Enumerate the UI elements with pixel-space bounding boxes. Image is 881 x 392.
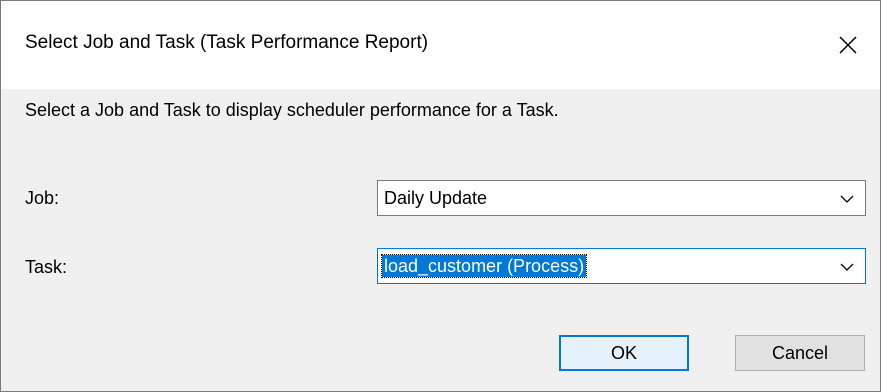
dialog-description: Select a Job and Task to display schedul… — [25, 100, 559, 120]
ok-button[interactable]: OK — [559, 335, 689, 371]
task-dropdown-value: load_customer (Process) — [380, 254, 588, 278]
close-icon — [839, 36, 857, 54]
cancel-button-label: Cancel — [771, 342, 829, 363]
chevron-down-icon — [840, 263, 854, 271]
title-bar[interactable]: Select Job and Task (Task Performance Re… — [1, 1, 880, 89]
cancel-button[interactable]: Cancel — [735, 335, 865, 371]
ok-button-label: OK — [610, 342, 637, 363]
job-dropdown[interactable]: Daily Update — [377, 180, 866, 216]
job-label: Job: — [25, 188, 60, 208]
close-button[interactable] — [816, 1, 880, 89]
task-performance-dialog: Select Job and Task (Task Performance Re… — [0, 0, 881, 392]
task-label: Task: — [25, 257, 68, 277]
chevron-down-icon — [840, 195, 854, 203]
job-dropdown-value: Daily Update — [384, 188, 488, 208]
dialog-title: Select Job and Task (Task Performance Re… — [25, 32, 429, 53]
task-dropdown[interactable]: load_customer (Process) — [377, 248, 866, 284]
